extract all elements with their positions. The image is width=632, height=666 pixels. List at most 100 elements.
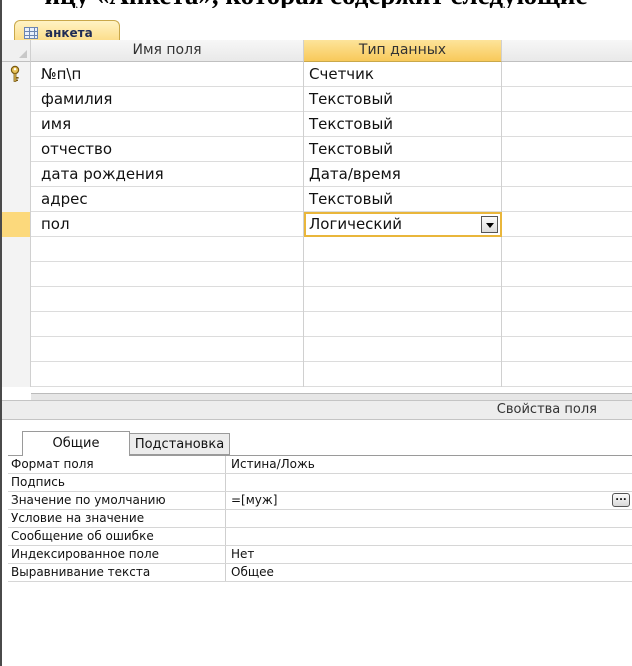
property-value[interactable] <box>226 474 632 491</box>
field-name-cell[interactable]: имя <box>31 112 304 137</box>
document-heading-fragment: ицу «Анкета», которая содержит следующие <box>0 0 632 8</box>
empty-row[interactable] <box>2 362 632 387</box>
row-selector[interactable] <box>2 262 31 287</box>
row-selector[interactable] <box>2 62 31 87</box>
empty-row[interactable] <box>2 287 632 312</box>
row-selector[interactable] <box>2 162 31 187</box>
table-row[interactable]: фамилия Текстовый <box>2 87 632 112</box>
description-cell[interactable] <box>502 62 632 87</box>
field-name-cell[interactable]: адрес <box>31 187 304 212</box>
data-type-cell[interactable] <box>304 237 502 262</box>
data-type-cell[interactable] <box>304 362 502 387</box>
description-cell[interactable] <box>502 187 632 212</box>
empty-row[interactable] <box>2 262 632 287</box>
data-type-value: Текстовый <box>309 190 394 208</box>
property-value[interactable] <box>226 510 632 527</box>
field-name-cell[interactable]: фамилия <box>31 87 304 112</box>
property-label: Сообщение об ошибке <box>8 528 226 545</box>
data-type-value: Логический <box>309 215 402 233</box>
field-name-cell[interactable] <box>31 237 304 262</box>
empty-row[interactable] <box>2 337 632 362</box>
column-header-field-name[interactable]: Имя поля <box>31 40 304 62</box>
tab-strip: анкета <box>0 8 632 48</box>
description-cell[interactable] <box>502 112 632 137</box>
field-name-cell[interactable] <box>31 362 304 387</box>
property-value[interactable]: =[муж]... <box>226 492 632 509</box>
description-cell[interactable] <box>502 212 632 237</box>
chevron-down-icon[interactable] <box>481 216 498 233</box>
row-selector[interactable] <box>2 137 31 162</box>
field-rows: №п\п Счетчик фамилия Текстовый имя Текстовый о… <box>2 62 632 387</box>
table-row[interactable]: №п\п Счетчик <box>2 62 632 87</box>
table-row[interactable]: имя Текстовый <box>2 112 632 137</box>
data-type-cell[interactable] <box>304 337 502 362</box>
column-header-description[interactable] <box>502 40 632 62</box>
property-row: Формат поля Истина/Ложь <box>8 456 632 474</box>
field-name-cell[interactable]: пол <box>31 212 304 237</box>
description-cell[interactable] <box>502 337 632 362</box>
property-label: Выравнивание текста <box>8 564 226 581</box>
horizontal-scrollbar[interactable] <box>31 393 632 400</box>
row-selector[interactable] <box>2 87 31 112</box>
property-value[interactable]: Истина/Ложь <box>226 456 632 473</box>
data-type-value: Текстовый <box>309 90 394 108</box>
tab-lookup[interactable]: Подстановка <box>130 433 230 455</box>
row-selector[interactable] <box>2 287 31 312</box>
row-selector[interactable] <box>2 187 31 212</box>
data-type-cell[interactable]: Текстовый <box>304 112 502 137</box>
row-selector[interactable] <box>2 237 31 262</box>
field-name-cell[interactable] <box>31 337 304 362</box>
field-name-cell[interactable]: №п\п <box>31 62 304 87</box>
row-selector[interactable] <box>2 112 31 137</box>
select-all-corner[interactable] <box>2 40 31 62</box>
data-type-cell[interactable] <box>304 312 502 337</box>
description-cell[interactable] <box>502 287 632 312</box>
field-name-cell[interactable] <box>31 262 304 287</box>
description-cell[interactable] <box>502 312 632 337</box>
row-selector[interactable] <box>2 212 31 237</box>
field-name-cell[interactable] <box>31 312 304 337</box>
property-value[interactable]: Общее <box>226 564 632 581</box>
data-type-cell[interactable] <box>304 287 502 312</box>
description-cell[interactable] <box>502 362 632 387</box>
column-header-data-type[interactable]: Тип данных <box>304 40 502 62</box>
description-cell[interactable] <box>502 237 632 262</box>
data-type-cell[interactable]: Текстовый <box>304 137 502 162</box>
data-type-cell[interactable]: Текстовый <box>304 187 502 212</box>
data-type-cell[interactable]: Дата/время <box>304 162 502 187</box>
description-cell[interactable] <box>502 262 632 287</box>
table-row[interactable]: адрес Текстовый <box>2 187 632 212</box>
property-row: Значение по умолчанию =[муж]... <box>8 492 632 510</box>
ellipsis-icon[interactable]: ... <box>612 493 630 507</box>
description-cell[interactable] <box>502 87 632 112</box>
field-name-cell[interactable]: дата рождения <box>31 162 304 187</box>
empty-row[interactable] <box>2 312 632 337</box>
property-value-text: Истина/Ложь <box>231 457 315 471</box>
field-name-cell[interactable] <box>31 287 304 312</box>
description-cell[interactable] <box>502 137 632 162</box>
field-design-grid: Имя поля Тип данных №п\п Счетчик фамилия Те… <box>0 40 632 400</box>
property-value[interactable] <box>226 528 632 545</box>
property-label: Формат поля <box>8 456 226 473</box>
property-row: Подпись <box>8 474 632 492</box>
table-row[interactable]: отчество Текстовый <box>2 137 632 162</box>
property-row: Выравнивание текста Общее <box>8 564 632 582</box>
field-name-cell[interactable]: отчество <box>31 137 304 162</box>
tab-general[interactable]: Общие <box>22 431 130 456</box>
field-properties-pane: Свойства поля Общие Подстановка Формат п… <box>0 400 632 666</box>
property-label: Подпись <box>8 474 226 491</box>
data-type-cell[interactable] <box>304 262 502 287</box>
data-type-cell[interactable]: Счетчик <box>304 62 502 87</box>
table-row[interactable]: пол Логический <box>2 212 632 237</box>
data-type-combobox[interactable]: Логический <box>304 212 502 237</box>
property-row: Индексированное поле Нет <box>8 546 632 564</box>
table-row[interactable]: дата рождения Дата/время <box>2 162 632 187</box>
row-selector[interactable] <box>2 362 31 387</box>
properties-title: Свойства поля <box>2 400 632 420</box>
property-value[interactable]: Нет <box>226 546 632 563</box>
row-selector[interactable] <box>2 337 31 362</box>
row-selector[interactable] <box>2 312 31 337</box>
empty-row[interactable] <box>2 237 632 262</box>
data-type-cell[interactable]: Текстовый <box>304 87 502 112</box>
description-cell[interactable] <box>502 162 632 187</box>
